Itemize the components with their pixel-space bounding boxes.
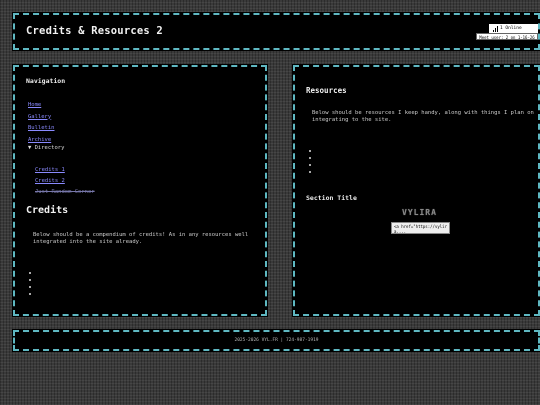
online-counter: 1 Online bbox=[489, 24, 538, 33]
resources-heading: Resources bbox=[306, 86, 347, 95]
directory-item-random-corner: Just Random Corner bbox=[35, 178, 95, 195]
meet-label: Meet user: 2 on 1-16-26 bbox=[476, 33, 538, 40]
nav-item-gallery: Gallery bbox=[28, 103, 55, 120]
resources-panel: Resources Below should be resources I ke… bbox=[292, 64, 540, 317]
directory-list: Credits 1 Credits 2 Just Random Corner bbox=[35, 156, 95, 195]
navigation-title: Navigation bbox=[26, 77, 66, 85]
nav-list: Home Gallery Bulletin Archive bbox=[28, 91, 55, 143]
list-item bbox=[29, 269, 31, 276]
footer-text: 2025-2026 VYL.FR | 724-987-1919 bbox=[234, 338, 319, 343]
resources-text: Below should be resources I keep handy, … bbox=[312, 110, 534, 123]
nav-link-archive[interactable]: Archive bbox=[28, 137, 51, 143]
credits-text: Below should be a compendium of credits!… bbox=[33, 232, 249, 245]
bullet-icon bbox=[29, 278, 31, 281]
signal-bars-icon bbox=[493, 25, 498, 32]
credits-bullet-list bbox=[29, 269, 31, 297]
credits-heading: Credits bbox=[26, 205, 69, 216]
site-badge-logo[interactable]: VYLIRA bbox=[402, 208, 437, 217]
site-title: Credits & Resources 2 bbox=[26, 25, 163, 37]
list-item bbox=[309, 154, 311, 161]
nav-item-bulletin: Bulletin bbox=[28, 114, 55, 131]
directory-item-credits-1: Credits 1 bbox=[35, 156, 95, 173]
list-item bbox=[29, 276, 31, 283]
navigation-panel: Navigation Home Gallery Bulletin Archive… bbox=[12, 64, 268, 317]
badge-code-snippet[interactable]: <a href="https://vylira.... bbox=[391, 222, 450, 234]
section-title: Section Title bbox=[306, 194, 357, 202]
directory-toggle[interactable]: ▼ Directory bbox=[28, 145, 64, 151]
footer-panel: 2025-2026 VYL.FR | 724-987-1919 bbox=[12, 329, 540, 352]
directory-link-random-corner[interactable]: Just Random Corner bbox=[35, 189, 95, 195]
list-item bbox=[309, 168, 311, 175]
list-item bbox=[29, 290, 31, 297]
resources-bullet-list bbox=[309, 147, 311, 175]
bullet-icon bbox=[309, 156, 311, 159]
bullet-icon bbox=[309, 163, 311, 166]
nav-item-home: Home bbox=[28, 91, 55, 108]
header-panel: Credits & Resources 2 1 Online Meet user… bbox=[12, 12, 540, 51]
nav-item-archive: Archive bbox=[28, 126, 55, 143]
bullet-icon bbox=[29, 292, 31, 295]
bullet-icon bbox=[309, 149, 311, 152]
bullet-icon bbox=[309, 170, 311, 173]
list-item bbox=[309, 147, 311, 154]
bullet-icon bbox=[29, 285, 31, 288]
bullet-icon bbox=[29, 271, 31, 274]
list-item bbox=[29, 283, 31, 290]
directory-item-credits-2: Credits 2 bbox=[35, 167, 95, 184]
online-label: 1 Online bbox=[500, 26, 522, 31]
list-item bbox=[309, 161, 311, 168]
